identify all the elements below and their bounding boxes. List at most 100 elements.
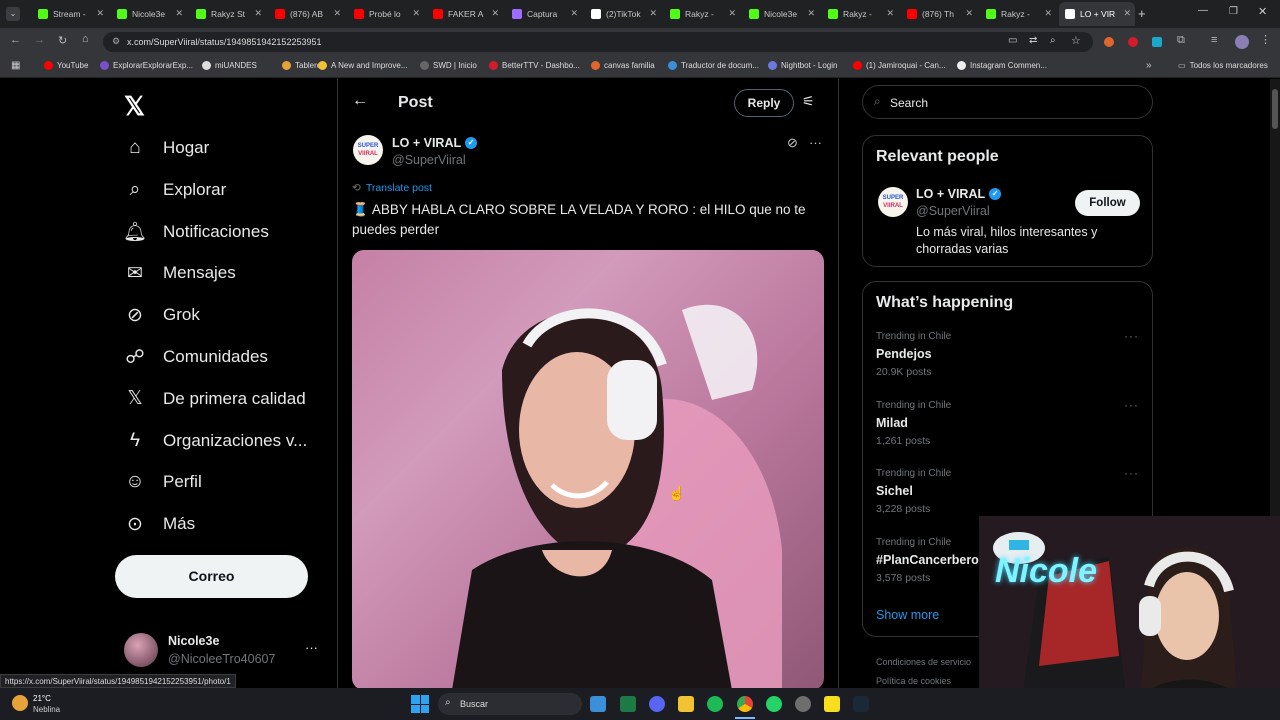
grok-explain-icon[interactable]: ⊘: [787, 135, 798, 151]
url-bar[interactable]: ⚙ x.com/SuperViiral/status/1949851942152…: [103, 32, 1093, 52]
show-more-link[interactable]: Show more: [876, 608, 939, 622]
filter-settings-icon[interactable]: ⚟: [802, 93, 815, 110]
translate-post-link[interactable]: ⟲ Translate post: [352, 182, 432, 194]
trend-item[interactable]: Trending in Chile Milad 1,261 posts: [876, 400, 951, 447]
tab-close-icon[interactable]: ✕: [649, 8, 657, 19]
follow-button[interactable]: Follow: [1075, 190, 1140, 216]
tab-close-icon[interactable]: ✕: [1044, 8, 1052, 19]
scrollbar-thumb[interactable]: [1272, 89, 1278, 129]
home-button-icon[interactable]: ⌂: [82, 33, 89, 45]
new-tab-button[interactable]: +: [1138, 6, 1146, 21]
bookmark-item[interactable]: A New and Improve...: [318, 61, 407, 70]
bookmark-item[interactable]: Nightbot - Login: [768, 61, 837, 70]
reload-icon[interactable]: ↻: [58, 34, 67, 47]
spotify-app-icon[interactable]: [707, 696, 723, 712]
sidebar-item-notificaciones[interactable]: 🔔︎ Notificaciones: [123, 221, 269, 243]
tab-close-icon[interactable]: ✕: [886, 8, 894, 19]
tab-close-icon[interactable]: ✕: [728, 8, 736, 19]
tab-close-icon[interactable]: ✕: [175, 8, 183, 19]
tab-close-icon[interactable]: ✕: [965, 8, 973, 19]
browser-tab[interactable]: (2)TikTok ✕: [585, 2, 661, 26]
browser-tab[interactable]: Rakyz St ✕: [190, 2, 266, 26]
browser-tab[interactable]: Rakyz - ✕: [664, 2, 740, 26]
bookmark-item[interactable]: Instagram Commen...: [957, 61, 1047, 70]
footer-link-cookies[interactable]: Política de cookies: [876, 676, 951, 686]
tab-close-icon[interactable]: ✕: [412, 8, 420, 19]
bookmark-item[interactable]: miUANDES: [202, 61, 257, 70]
extension-icon[interactable]: [1128, 37, 1138, 47]
bookmark-star-icon[interactable]: ☆: [1071, 34, 1081, 47]
sidebar-item-m-s[interactable]: ⊙ Más: [124, 513, 195, 535]
browser-tab[interactable]: FAKER A ✕: [427, 2, 503, 26]
sidebar-item-de-primera-calidad[interactable]: 𝕏 De primera calidad: [124, 388, 305, 410]
tab-close-icon[interactable]: ✕: [333, 8, 341, 19]
account-avatar[interactable]: [124, 633, 158, 667]
account-more-icon[interactable]: ···: [305, 640, 318, 655]
bookmark-item[interactable]: Tablero: [282, 61, 321, 70]
more-bookmarks-icon[interactable]: »: [1146, 60, 1152, 71]
all-bookmarks-folder[interactable]: ▭ Todos los marcadores: [1178, 61, 1268, 70]
x-logo-icon[interactable]: 𝕏: [124, 91, 145, 122]
trend-item[interactable]: Trending in Chile Pendejos 20.9K posts: [876, 331, 951, 378]
browser-tab[interactable]: Nicole3e ✕: [743, 2, 819, 26]
browser-tab[interactable]: Rakyz - ✕: [822, 2, 898, 26]
tab-search-button[interactable]: ⌄: [6, 7, 20, 21]
footer-link-terms[interactable]: Condiciones de servicio: [876, 657, 971, 667]
post-more-icon[interactable]: ···: [809, 135, 822, 150]
sidebar-item-mensajes[interactable]: ✉ Mensajes: [124, 262, 236, 284]
browser-tab[interactable]: (876) Th ✕: [901, 2, 977, 26]
extensions-puzzle-icon[interactable]: ⧉: [1177, 34, 1185, 47]
file-explorer-icon[interactable]: [678, 696, 694, 712]
tab-close-icon[interactable]: ✕: [96, 8, 104, 19]
chrome-app-icon[interactable]: [737, 696, 753, 712]
bookmark-item[interactable]: BetterTTV - Dashbo...: [489, 61, 580, 70]
browser-tab[interactable]: Rakyz - ✕: [980, 2, 1056, 26]
trend-more-icon[interactable]: ···: [1124, 466, 1139, 480]
browser-tab[interactable]: LO + VIR ✕: [1059, 2, 1135, 26]
back-arrow-icon[interactable]: ←: [352, 92, 368, 110]
menu-kebab-icon[interactable]: ⋮: [1260, 33, 1271, 46]
discord-app-icon[interactable]: [649, 696, 665, 712]
author-avatar[interactable]: SUPER VIIRAL: [353, 135, 383, 165]
sidebar-item-perfil[interactable]: ☺ Perfil: [124, 471, 201, 493]
person-avatar[interactable]: SUPER VIIRAL: [878, 187, 908, 217]
sidebar-item-explorar[interactable]: ⌕ Explorar: [124, 179, 227, 201]
bookmark-item[interactable]: YouTube: [44, 61, 88, 70]
taskbar-search[interactable]: ⌕ Buscar: [438, 693, 582, 715]
trend-item[interactable]: Trending in Chile Sichel 3,228 posts: [876, 468, 951, 515]
start-windows-icon[interactable]: [411, 695, 429, 713]
sidebar-item-hogar[interactable]: ⌂ Hogar: [124, 137, 209, 159]
bookmark-item[interactable]: (1) Jamiroquai - Can...: [853, 61, 946, 70]
extension-icon[interactable]: [1152, 37, 1162, 47]
site-info-icon[interactable]: ⚙: [112, 36, 120, 47]
tab-close-icon[interactable]: ✕: [491, 8, 499, 19]
trend-item[interactable]: Trending in Chile #PlanCancerbero 3,578 po…: [876, 537, 979, 584]
notepad-app-icon[interactable]: [590, 696, 606, 712]
apps-grid-icon[interactable]: ▦: [11, 60, 20, 71]
tab-close-icon[interactable]: ✕: [570, 8, 578, 19]
reading-list-icon[interactable]: ≡: [1211, 34, 1217, 46]
sidebar-item-organizaciones-v[interactable]: ϟ Organizaciones v...: [124, 430, 307, 452]
browser-tab[interactable]: Captura ✕: [506, 2, 582, 26]
trend-more-icon[interactable]: ···: [1124, 398, 1139, 412]
sidebar-item-grok[interactable]: ⊘ Grok: [124, 304, 200, 326]
minimize-button[interactable]: —: [1198, 5, 1208, 16]
search-box[interactable]: ⌕ Search: [862, 85, 1153, 119]
bookmark-item[interactable]: SWD | Inicio: [420, 61, 477, 70]
restore-button[interactable]: ❐: [1229, 6, 1238, 17]
tab-close-icon[interactable]: ✕: [1123, 8, 1131, 19]
sticky-notes-app-icon[interactable]: [824, 696, 840, 712]
sidebar-item-comunidades[interactable]: ☍ Comunidades: [124, 346, 268, 368]
zoom-icon[interactable]: ⌕: [1050, 35, 1056, 46]
browser-tab[interactable]: Nicole3e ✕: [111, 2, 187, 26]
tab-close-icon[interactable]: ✕: [807, 8, 815, 19]
person-name-row[interactable]: LO + VIRAL ✓: [916, 187, 1002, 201]
bookmark-item[interactable]: Traductor de docum...: [668, 61, 759, 70]
back-icon[interactable]: ←: [10, 34, 21, 46]
bookmark-item[interactable]: canvas familia: [591, 61, 655, 70]
author-name-row[interactable]: LO + VIRAL ✓: [392, 136, 478, 150]
post-image[interactable]: ☝: [352, 250, 824, 688]
mail-cta-button[interactable]: Correo: [115, 555, 308, 598]
browser-tab[interactable]: Probé lo ✕: [348, 2, 424, 26]
obs-app-icon[interactable]: [795, 696, 811, 712]
